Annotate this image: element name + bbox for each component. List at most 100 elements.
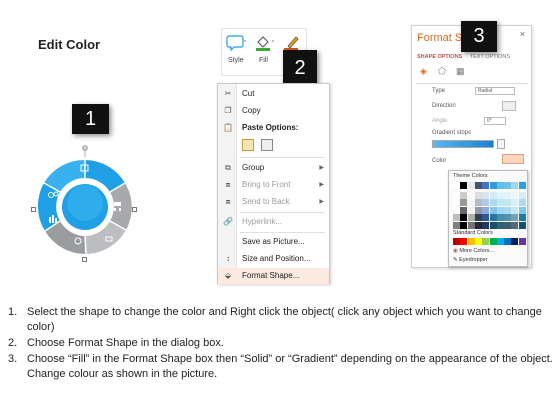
color-swatch[interactable] xyxy=(474,214,482,221)
color-picker-button[interactable] xyxy=(502,154,524,164)
eyedropper-item[interactable]: ✎ Eyedropper xyxy=(453,257,488,263)
style-button[interactable] xyxy=(224,32,248,54)
color-swatch[interactable] xyxy=(504,199,512,206)
color-swatch[interactable] xyxy=(496,191,504,199)
standard-color-swatch[interactable] xyxy=(474,238,482,245)
menu-item-copy[interactable]: ❐ Copy xyxy=(218,103,329,119)
color-swatch[interactable] xyxy=(518,191,526,199)
color-swatch[interactable] xyxy=(460,191,468,199)
add-stop-button[interactable] xyxy=(497,139,505,149)
color-swatch[interactable] xyxy=(453,182,460,189)
color-swatch[interactable] xyxy=(496,221,504,229)
color-swatch[interactable] xyxy=(518,221,526,229)
color-swatch[interactable] xyxy=(511,206,519,214)
color-swatch[interactable] xyxy=(511,182,519,189)
color-swatch[interactable] xyxy=(511,221,519,229)
color-swatch[interactable] xyxy=(489,199,497,206)
standard-color-swatch[interactable] xyxy=(489,238,497,245)
resize-handle[interactable] xyxy=(31,207,36,212)
size-properties-icon[interactable]: ▦ xyxy=(456,66,465,77)
color-swatch[interactable] xyxy=(489,221,497,229)
standard-color-swatch[interactable] xyxy=(460,238,468,245)
standard-color-swatch[interactable] xyxy=(467,238,475,245)
color-swatch[interactable] xyxy=(474,191,482,199)
color-swatch[interactable] xyxy=(474,182,482,189)
standard-color-swatch[interactable] xyxy=(453,238,460,245)
color-swatch[interactable] xyxy=(460,182,468,189)
fill-button[interactable] xyxy=(252,32,276,54)
color-swatch[interactable] xyxy=(482,214,490,221)
color-swatch[interactable] xyxy=(482,221,490,229)
color-swatch[interactable] xyxy=(482,191,490,199)
color-swatch[interactable] xyxy=(504,191,512,199)
color-swatch[interactable] xyxy=(504,214,512,221)
color-swatch[interactable] xyxy=(460,214,468,221)
standard-color-swatch[interactable] xyxy=(482,238,490,245)
tab-shape-options[interactable]: SHAPE OPTIONS xyxy=(417,54,462,60)
color-swatch[interactable] xyxy=(496,206,504,214)
color-swatch[interactable] xyxy=(511,214,519,221)
color-swatch[interactable] xyxy=(482,206,490,214)
paste-picture-button[interactable] xyxy=(261,139,274,151)
color-swatch[interactable] xyxy=(518,182,526,189)
circle-diagram[interactable] xyxy=(30,145,140,265)
color-swatch[interactable] xyxy=(453,191,460,199)
color-swatch[interactable] xyxy=(496,199,504,206)
menu-item-format-shape[interactable]: ⬙ Format Shape... xyxy=(218,268,329,284)
menu-item-cut[interactable]: ✂ Cut xyxy=(218,86,329,102)
color-swatch[interactable] xyxy=(489,206,497,214)
color-swatch[interactable] xyxy=(467,182,475,189)
color-swatch[interactable] xyxy=(511,191,519,199)
type-dropdown[interactable]: Radial xyxy=(475,87,515,95)
fill-line-icon[interactable]: ◈ xyxy=(420,66,427,77)
direction-button[interactable] xyxy=(502,101,516,111)
color-swatch[interactable] xyxy=(453,206,460,214)
more-colors-item[interactable]: ◉ More Colors... xyxy=(453,248,494,254)
color-swatch[interactable] xyxy=(518,199,526,206)
color-swatch[interactable] xyxy=(518,206,526,214)
paste-keep-formatting-button[interactable] xyxy=(242,139,254,151)
menu-item-save-as-picture[interactable]: Save as Picture... xyxy=(218,234,329,250)
resize-handle[interactable] xyxy=(132,207,137,212)
standard-color-swatch[interactable] xyxy=(518,238,526,245)
angle-field[interactable]: 0° xyxy=(484,117,506,125)
menu-item-send-to-back[interactable]: ⧈ Send to Back ▶ xyxy=(218,194,329,210)
color-swatch[interactable] xyxy=(474,221,482,229)
color-swatch[interactable] xyxy=(467,199,475,206)
color-swatch[interactable] xyxy=(496,182,504,189)
menu-item-group[interactable]: ⧉ Group ▶ xyxy=(218,160,329,176)
color-swatch[interactable] xyxy=(504,221,512,229)
menu-item-size-and-position[interactable]: ↕ Size and Position... xyxy=(218,251,329,267)
menu-item-hyperlink[interactable]: 🔗 Hyperlink... xyxy=(218,214,329,230)
color-swatch[interactable] xyxy=(482,199,490,206)
color-swatch[interactable] xyxy=(453,214,460,221)
color-swatch[interactable] xyxy=(482,182,490,189)
color-swatch[interactable] xyxy=(460,221,468,229)
menu-item-bring-to-front[interactable]: ⧈ Bring to Front ▶ xyxy=(218,177,329,193)
color-swatch[interactable] xyxy=(467,214,475,221)
standard-color-swatch[interactable] xyxy=(511,238,519,245)
color-swatch[interactable] xyxy=(460,199,468,206)
color-swatch[interactable] xyxy=(504,206,512,214)
gradient-stops-bar[interactable] xyxy=(432,140,494,148)
color-swatch[interactable] xyxy=(453,199,460,206)
color-swatch[interactable] xyxy=(518,214,526,221)
color-swatch[interactable] xyxy=(474,199,482,206)
color-swatch[interactable] xyxy=(489,214,497,221)
color-swatch[interactable] xyxy=(460,206,468,214)
close-icon[interactable]: × xyxy=(520,29,525,39)
color-swatch[interactable] xyxy=(467,206,475,214)
color-swatch[interactable] xyxy=(489,182,497,189)
color-swatch[interactable] xyxy=(496,214,504,221)
standard-color-swatch[interactable] xyxy=(496,238,504,245)
tab-text-options[interactable]: TEXT OPTIONS xyxy=(470,54,510,60)
color-swatch[interactable] xyxy=(467,191,475,199)
resize-handle[interactable] xyxy=(82,257,87,262)
color-swatch[interactable] xyxy=(489,191,497,199)
color-swatch[interactable] xyxy=(511,199,519,206)
standard-color-swatch[interactable] xyxy=(504,238,512,245)
color-swatch[interactable] xyxy=(474,206,482,214)
color-swatch[interactable] xyxy=(504,182,512,189)
color-swatch[interactable] xyxy=(453,221,460,229)
effects-icon[interactable]: ⬠ xyxy=(438,66,446,77)
